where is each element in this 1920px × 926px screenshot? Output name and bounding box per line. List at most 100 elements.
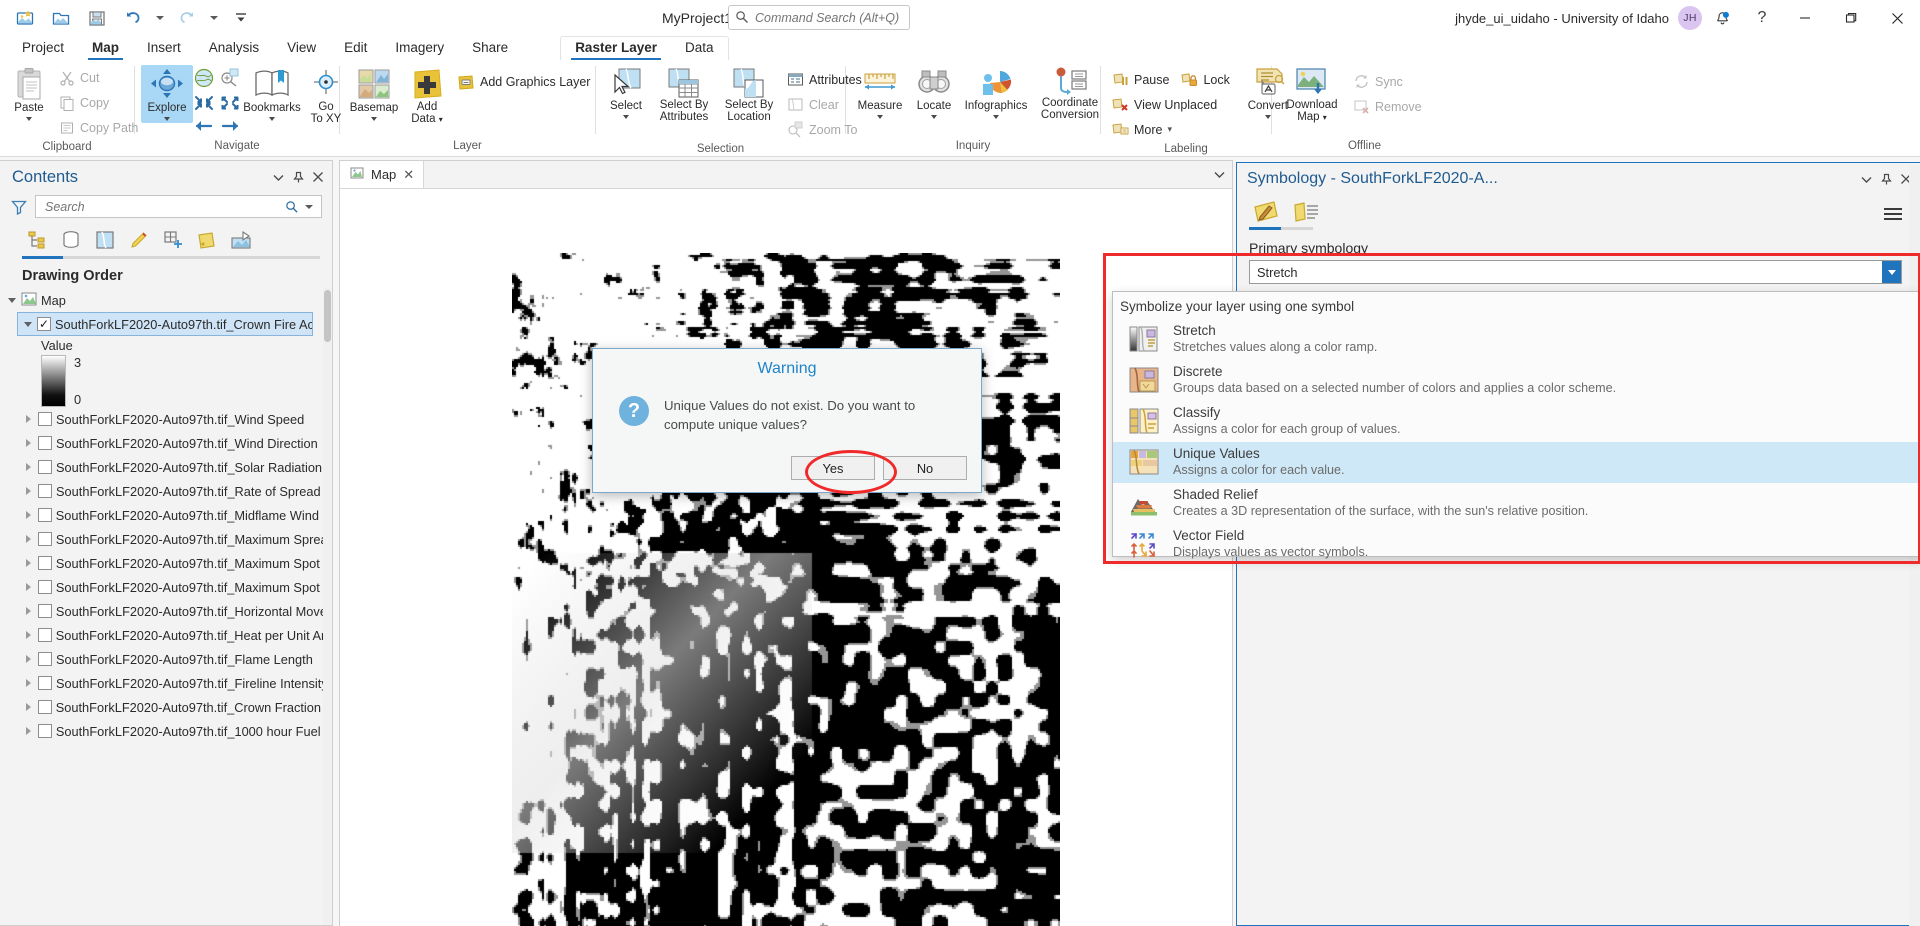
avatar[interactable]: JH	[1678, 6, 1702, 30]
ribbon-tab-map[interactable]: Map	[78, 36, 133, 60]
dropdown-item-unique-values[interactable]: Unique Values Assigns a color for each va…	[1113, 442, 1920, 483]
contents-search-icon[interactable]	[282, 200, 300, 213]
sync-button[interactable]: Sync	[1348, 69, 1427, 94]
tree-node-layer[interactable]: SouthForkLF2020-Auto97th.tif_Wind Speed	[17, 407, 332, 431]
tree-node-layer[interactable]: SouthForkLF2020-Auto97th.tif_Heat per Un…	[17, 623, 332, 647]
tree-node-layer[interactable]: SouthForkLF2020-Auto97th.tif_1000 hour F…	[17, 719, 332, 743]
restore-button[interactable]	[1828, 0, 1874, 36]
tree-node-layer[interactable]: SouthForkLF2020-Auto97th.tif_Crown Fract…	[17, 695, 332, 719]
measure-dropdown-icon[interactable]	[877, 114, 883, 119]
layer-expander-icon[interactable]	[23, 655, 34, 663]
hamburger-menu-icon[interactable]	[1884, 201, 1910, 227]
list-by-diagram-icon[interactable]	[226, 226, 256, 254]
tree-node-layer[interactable]: SouthForkLF2020-Auto97th.tif_Maximum Spo…	[17, 551, 332, 575]
contents-search-dropdown-icon[interactable]	[300, 204, 318, 209]
layer-visibility-checkbox[interactable]	[37, 556, 52, 570]
layer-visibility-checkbox[interactable]	[38, 652, 52, 666]
cut-button[interactable]: Cut	[54, 65, 143, 90]
map-canvas[interactable]	[340, 189, 1232, 926]
locate-dropdown-icon[interactable]	[931, 114, 937, 119]
layer-expander-icon[interactable]	[23, 415, 34, 423]
tree-node-selected-layer[interactable]: SouthForkLF2020-Auto97th.tif_Crown Fire …	[17, 312, 313, 336]
contents-scrollbar[interactable]	[323, 288, 332, 925]
basemap-button[interactable]: Basemap	[346, 65, 402, 123]
select-by-location-button[interactable]: Select By Location	[718, 65, 780, 125]
view-unplaced-button[interactable]: View Unplaced	[1107, 92, 1235, 117]
command-search[interactable]	[728, 5, 910, 30]
bookmarks-dropdown-icon[interactable]	[269, 116, 275, 121]
list-by-drawing-order-icon[interactable]	[22, 226, 52, 254]
tree-node-layer[interactable]: SouthForkLF2020-Auto97th.tif_Flame Lengt…	[17, 647, 332, 671]
map-panel-chevron-icon[interactable]	[1206, 161, 1232, 188]
layer-visibility-checkbox[interactable]	[37, 508, 52, 522]
copy-path-button[interactable]: Copy Path	[54, 115, 143, 140]
tree-node-layer[interactable]: SouthForkLF2020-Auto97th.tif_Fireline In…	[17, 671, 332, 695]
map-expander-icon[interactable]	[6, 297, 17, 303]
more-labeling-button[interactable]: More ▾	[1107, 117, 1235, 142]
add-data-button[interactable]: Add Data ▾	[404, 65, 450, 127]
tree-node-layer[interactable]: SouthForkLF2020-Auto97th.tif_Midflame Wi…	[17, 503, 332, 527]
save-project-icon[interactable]	[80, 3, 114, 33]
zoom-to-next-icon[interactable]	[219, 93, 241, 116]
pause-labeling-button[interactable]: Pause	[1107, 67, 1174, 92]
map-tab-close-icon[interactable]: ✕	[403, 167, 414, 183]
layer-visibility-checkbox[interactable]	[38, 484, 52, 498]
next-extent-icon[interactable]	[219, 117, 241, 138]
layer-visibility-checkbox[interactable]	[37, 700, 52, 714]
select-dropdown-icon[interactable]	[623, 114, 629, 119]
dropdown-item-stretch[interactable]: Stretch Stretches values along a color ra…	[1113, 319, 1920, 360]
mask-tab-icon[interactable]	[1289, 197, 1323, 227]
layer-visibility-checkbox[interactable]	[38, 412, 52, 426]
layer-expander-icon[interactable]	[23, 703, 34, 711]
dropdown-item-classify[interactable]: Classify Assigns a color for each group o…	[1113, 401, 1920, 442]
layer-expander-icon[interactable]	[23, 487, 34, 495]
open-project-icon[interactable]	[44, 3, 78, 33]
basemap-dropdown-icon[interactable]	[371, 116, 377, 121]
contents-scroll-thumb[interactable]	[324, 290, 331, 342]
lock-labels-button[interactable]: Lock	[1176, 67, 1234, 92]
redo-icon[interactable]	[170, 3, 204, 33]
add-graphics-layer-button[interactable]: Add Graphics Layer	[452, 69, 595, 94]
ribbon-tab-edit[interactable]: Edit	[330, 36, 381, 60]
bell-icon[interactable]	[1702, 0, 1742, 36]
primary-symbology-combo[interactable]: Stretch	[1249, 260, 1902, 284]
ribbon-tab-data[interactable]: Data	[671, 36, 728, 60]
symbology-tab-icon[interactable]	[1249, 197, 1283, 227]
infographics-button[interactable]: Infographics	[960, 65, 1032, 121]
map-tab[interactable]: Map ✕	[340, 161, 425, 188]
chevron-down-icon[interactable]	[1882, 261, 1901, 283]
layer-expander-icon[interactable]	[23, 583, 34, 591]
undo-icon[interactable]	[116, 3, 150, 33]
contents-pin-icon[interactable]	[288, 166, 308, 188]
layer-visibility-checkbox[interactable]	[37, 532, 52, 546]
help-icon[interactable]: ?	[1742, 0, 1782, 36]
ribbon-tab-analysis[interactable]: Analysis	[195, 36, 273, 60]
minimize-button[interactable]	[1782, 0, 1828, 36]
filter-icon[interactable]	[10, 198, 28, 216]
coordinate-conversion-button[interactable]: Coordinate Conversion	[1034, 65, 1106, 123]
dropdown-item-discrete[interactable]: Discrete Groups data based on a selected …	[1113, 360, 1920, 401]
ribbon-tab-project[interactable]: Project	[8, 36, 78, 60]
tree-node-map[interactable]: Map	[0, 288, 332, 312]
tree-node-layer[interactable]: SouthForkLF2020-Auto97th.tif_Maximum Spr…	[17, 527, 332, 551]
symbology-chevron-icon[interactable]	[1856, 168, 1876, 190]
list-by-data-source-icon[interactable]	[56, 226, 86, 254]
layer-visibility-checkbox[interactable]	[37, 724, 52, 738]
explore-dropdown-icon[interactable]	[164, 116, 170, 121]
layer-expander-icon[interactable]	[23, 439, 34, 447]
layer-visibility-checkbox[interactable]	[37, 628, 52, 642]
tree-node-layer[interactable]: SouthForkLF2020-Auto97th.tif_Solar Radia…	[17, 455, 332, 479]
layer-expander-icon[interactable]	[23, 559, 34, 567]
redo-dropdown-icon[interactable]	[206, 3, 222, 33]
layer-visibility-checkbox[interactable]	[36, 317, 51, 331]
customize-qat-icon[interactable]	[224, 3, 258, 33]
layer-expander-icon[interactable]	[23, 535, 34, 543]
list-by-snapping-icon[interactable]	[158, 226, 188, 254]
convert-labels-dropdown-icon[interactable]	[1264, 114, 1271, 119]
undo-dropdown-icon[interactable]	[152, 3, 168, 33]
zoom-to-previous-icon[interactable]	[193, 93, 215, 116]
tree-node-layer[interactable]: SouthForkLF2020-Auto97th.tif_Maximum Spo…	[17, 575, 332, 599]
ribbon-tab-view[interactable]: View	[273, 36, 330, 60]
layer-visibility-checkbox[interactable]	[38, 460, 52, 474]
layer-expander-icon[interactable]	[23, 727, 34, 735]
